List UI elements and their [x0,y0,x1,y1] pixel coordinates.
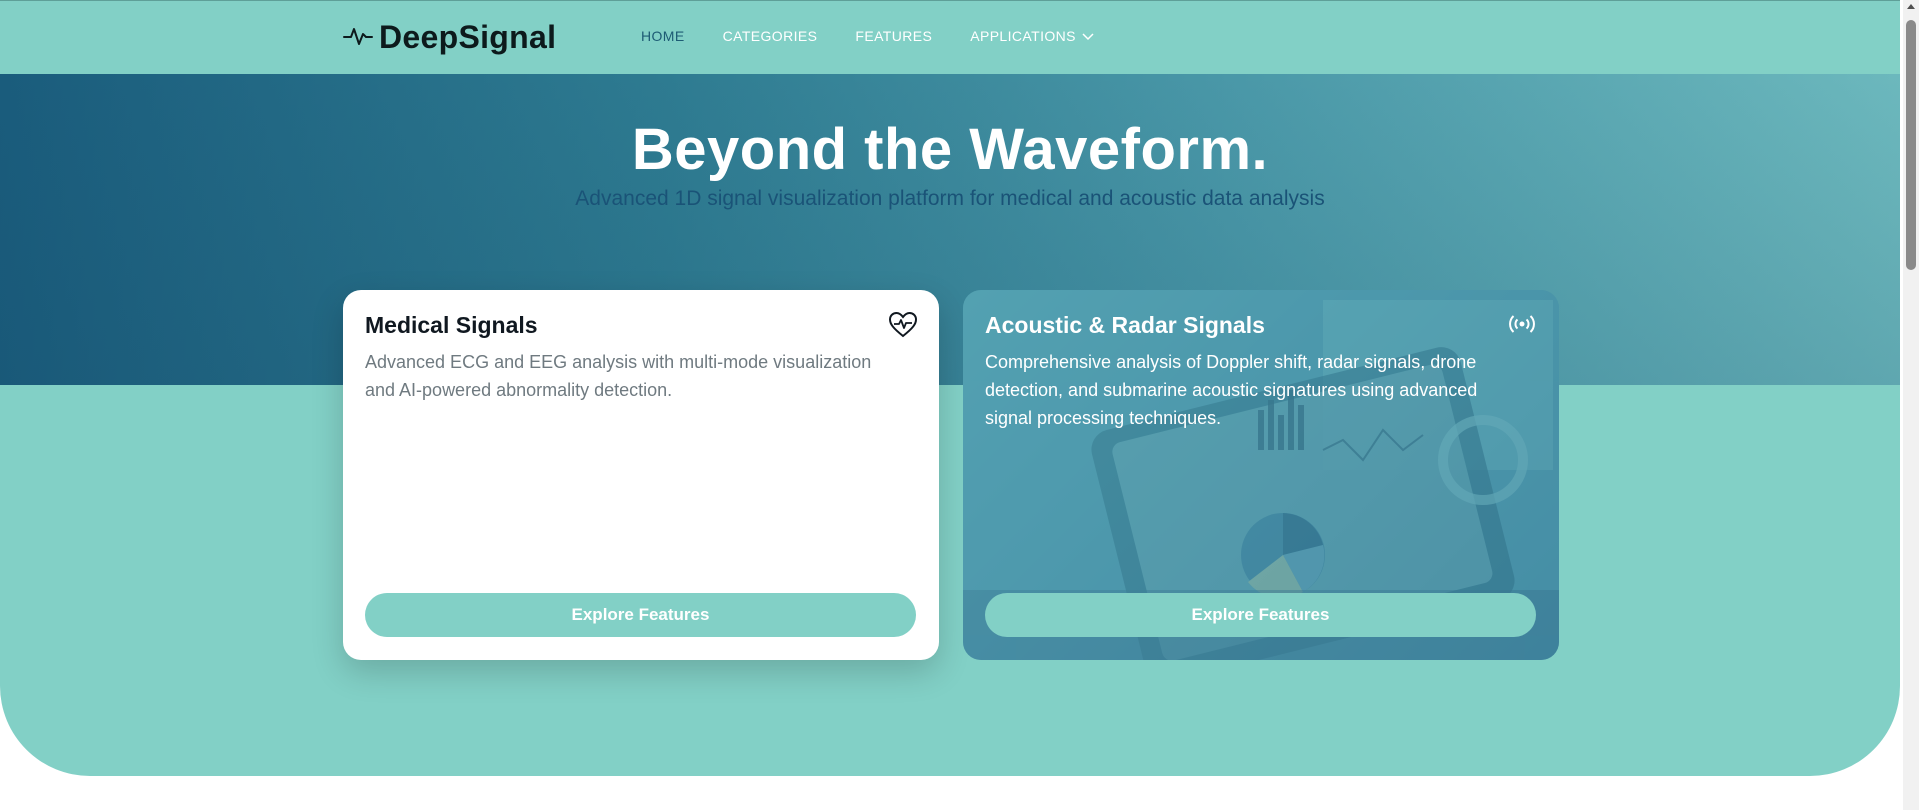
brand-name: DeepSignal [379,19,557,55]
hero-section: Beyond the Waveform. Advanced 1D signal … [0,74,1900,385]
nav-applications-dropdown[interactable]: APPLICATIONS [970,28,1094,44]
acoustic-radar-signals-card[interactable]: Acoustic & Radar Signals Comprehensive a… [963,290,1559,660]
broadcast-icon [1507,312,1537,341]
brand-logo[interactable]: DeepSignal [343,19,556,56]
card-title: Medical Signals [365,312,538,338]
nav-features[interactable]: FEATURES [855,28,932,44]
nav-features-label: FEATURES [855,28,933,44]
explore-features-button[interactable]: Explore Features [985,593,1536,637]
nav-categories-label: CATEGORIES [722,28,818,44]
medical-signals-card[interactable]: Medical Signals Advanced ECG and EEG ana… [343,290,939,660]
scroll-up-arrow-icon[interactable] [1907,4,1915,9]
pulse-icon [343,19,379,56]
hero-subtitle: Advanced 1D signal visualization platfor… [575,187,1325,210]
main-nav: HOME CATEGORIES FEATURES APPLICATIONS [641,28,1094,44]
nav-home-label: HOME [641,28,685,44]
chevron-down-icon [1076,28,1094,44]
nav-applications-label: APPLICATIONS [970,28,1076,44]
nav-categories[interactable]: CATEGORIES [723,28,818,44]
card-title: Acoustic & Radar Signals [985,312,1265,338]
scroll-thumb[interactable] [1906,20,1916,270]
nav-home[interactable]: HOME [641,28,685,44]
explore-features-button[interactable]: Explore Features [365,593,916,637]
hero-title: Beyond the Waveform. [631,117,1269,182]
top-navbar: DeepSignal HOME CATEGORIES FEATURES APPL… [0,0,1900,74]
heart-pulse-icon [888,311,918,343]
card-description: Comprehensive analysis of Doppler shift,… [985,352,1478,428]
card-description: Advanced ECG and EEG analysis with multi… [365,352,872,400]
page-frame: DeepSignal HOME CATEGORIES FEATURES APPL… [0,0,1900,776]
vertical-scrollbar[interactable] [1903,0,1919,810]
